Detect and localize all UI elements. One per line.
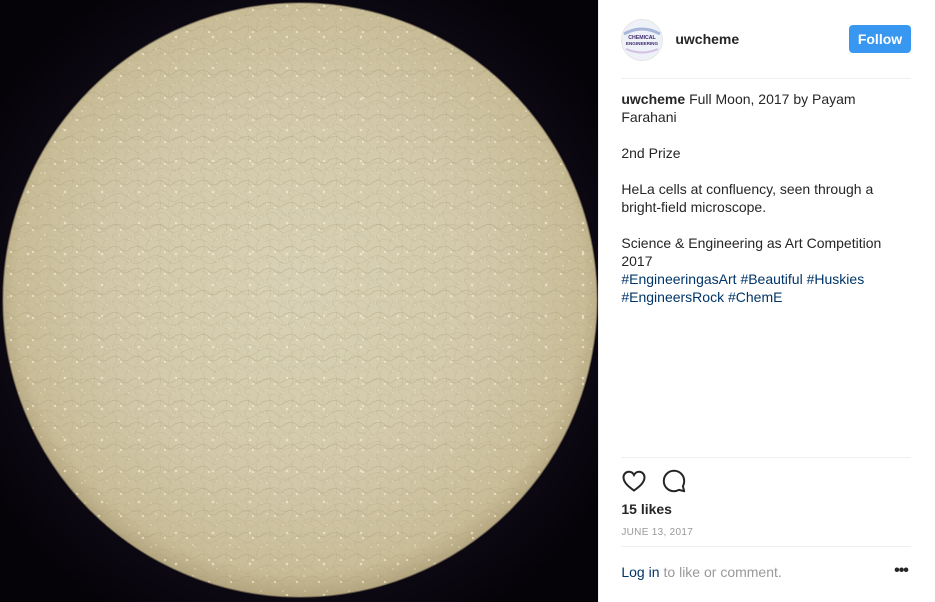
post-sidebar: CHEMICAL ENGINEERING uwcheme Follow uwch… — [599, 0, 935, 602]
hashtag-link[interactable]: #Huskies — [807, 271, 865, 287]
header-username[interactable]: uwcheme — [675, 31, 739, 47]
caption-competition: Science & Engineering as Art Competition… — [621, 235, 882, 269]
hashtag-link[interactable]: #Beautiful — [740, 271, 802, 287]
avatar-text-line2: ENGINEERING — [626, 41, 659, 46]
post-header: CHEMICAL ENGINEERING uwcheme Follow — [621, 16, 911, 79]
post-date: JUNE 13, 2017 — [621, 527, 694, 538]
post-image[interactable] — [0, 0, 600, 602]
follow-button[interactable]: Follow — [849, 25, 911, 53]
divider — [621, 457, 911, 458]
comment-icon[interactable] — [661, 468, 687, 494]
hashtag-link[interactable]: #EngineeringasArt — [621, 271, 736, 287]
login-link[interactable]: Log in — [621, 564, 659, 580]
likes-count[interactable]: 15 likes — [621, 501, 672, 517]
action-bar — [621, 466, 701, 496]
caption-prize: 2nd Prize — [621, 145, 681, 161]
login-prompt-text: to like or comment. — [663, 564, 782, 580]
more-options-icon[interactable]: ••• — [891, 563, 911, 582]
post-caption: uwcheme Full Moon, 2017 by Payam Farahan… — [621, 90, 911, 306]
instagram-post: CHEMICAL ENGINEERING uwcheme Follow uwch… — [0, 0, 935, 602]
caption-description: HeLa cells at confluency, seen through a… — [621, 181, 874, 215]
divider — [621, 546, 911, 547]
caption-hashtags: #EngineeringasArt #Beautiful #Huskies #E… — [621, 270, 911, 306]
hashtag-link[interactable]: #ChemE — [728, 289, 782, 305]
hashtag-link[interactable]: #EngineersRock — [621, 289, 724, 305]
avatar[interactable]: CHEMICAL ENGINEERING — [621, 19, 664, 61]
heart-icon[interactable] — [621, 468, 647, 494]
microscope-image — [0, 0, 599, 602]
login-prompt: Log in to like or comment. ••• — [621, 563, 911, 582]
avatar-logo-icon: CHEMICAL ENGINEERING — [622, 20, 663, 60]
caption-username[interactable]: uwcheme — [621, 91, 685, 107]
